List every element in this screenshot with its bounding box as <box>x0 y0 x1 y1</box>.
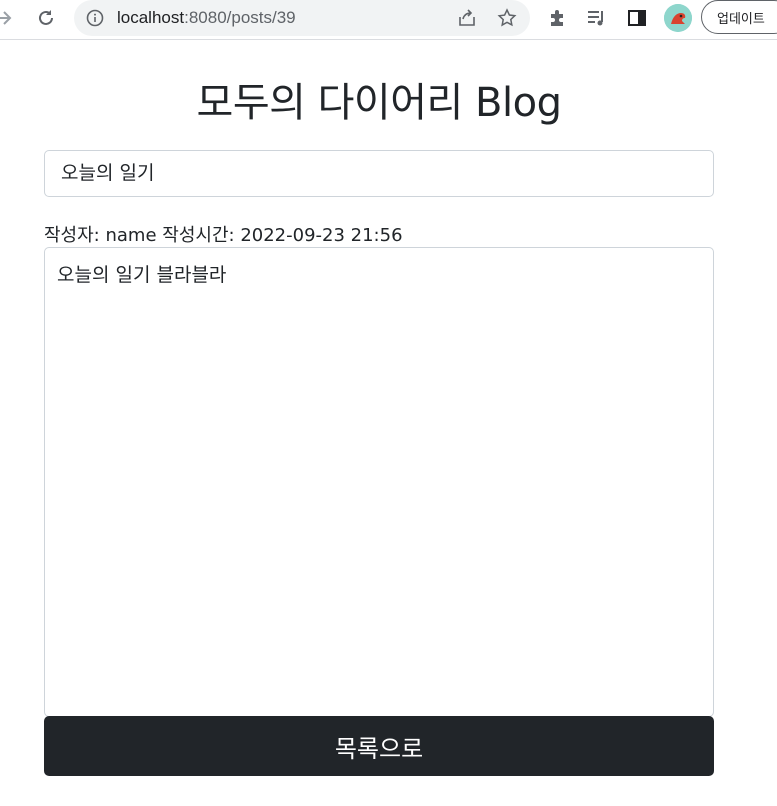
update-button[interactable]: 업데이트 <box>701 0 777 34</box>
url-text[interactable]: localhost:8080/posts/39 <box>117 8 296 28</box>
post-content-field[interactable]: 오늘의 일기 블라블라 <box>44 247 714 717</box>
post-time: 2022-09-23 21:56 <box>240 225 403 246</box>
reload-icon[interactable] <box>34 6 58 30</box>
update-label: 업데이트 <box>717 11 765 27</box>
media-control-icon[interactable] <box>586 7 608 29</box>
forward-icon[interactable] <box>0 6 16 30</box>
time-label: 작성시간: <box>162 225 235 246</box>
share-icon[interactable] <box>456 7 478 29</box>
post-title-field[interactable]: 오늘의 일기 <box>44 150 714 197</box>
browser-toolbar: localhost:8080/posts/39 업데이트 <box>0 0 777 40</box>
author-label: 작성자: <box>44 225 100 246</box>
post-meta: 작성자: name 작성시간: 2022-09-23 21:56 <box>44 221 403 247</box>
author-name: name <box>105 225 157 246</box>
bookmark-star-icon[interactable] <box>496 7 518 29</box>
extensions-puzzle-icon[interactable] <box>546 7 568 29</box>
site-info-icon[interactable] <box>86 9 104 27</box>
page-title: 모두의 다이어리 Blog <box>196 80 562 126</box>
side-panel-icon[interactable] <box>626 7 648 29</box>
profile-avatar[interactable] <box>664 4 692 32</box>
url-host: localhost <box>117 8 185 27</box>
url-path: :8080/posts/39 <box>184 8 296 27</box>
address-bar[interactable]: localhost:8080/posts/39 <box>74 0 530 36</box>
back-to-list-button[interactable]: 목록으로 <box>44 716 714 776</box>
